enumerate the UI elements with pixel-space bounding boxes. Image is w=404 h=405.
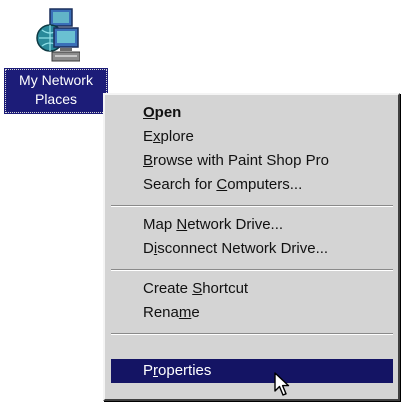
menu-label-pre: Rena [143, 304, 179, 321]
menu-label-post: sconnect Network Drive... [157, 240, 329, 257]
menu-label-post: operties [158, 362, 212, 379]
menu-access-key: N [176, 216, 188, 233]
menu-label-post: hortcut [202, 280, 249, 297]
menu-label-post: plore [160, 128, 194, 145]
menu-item-disconnect-network-drive[interactable]: Disconnect Network Drive... [111, 237, 393, 261]
menu-label-pre: P [143, 362, 154, 379]
arrow-cursor-icon [274, 372, 290, 396]
menu-item-browse-with-paint-shop-pro[interactable]: Browse with Paint Shop Pro [111, 149, 393, 173]
menu-label-post: e [191, 304, 200, 321]
network-places-icon [36, 8, 80, 62]
menu-access-key: m [178, 304, 192, 321]
menu-label-post: etwork Drive... [187, 216, 284, 233]
menu-separator [111, 205, 393, 207]
menu-access-key: S [192, 280, 203, 297]
my-network-places-shortcut[interactable]: My Network Places [4, 2, 108, 117]
menu-label-post: rowse with Paint Shop Pro [153, 152, 329, 169]
menu-access-key: x [153, 128, 161, 145]
menu-access-key: C [216, 176, 228, 193]
menu-item-properties[interactable]: Properties [111, 359, 393, 383]
menu-item-search-for-computers[interactable]: Search for Computers... [111, 173, 393, 197]
menu-label-pre: D [143, 240, 154, 257]
icon-label: My Network Places [4, 68, 108, 114]
menu-separator [111, 333, 393, 335]
menu-item-explore[interactable]: Explore [111, 125, 393, 149]
menu-item-map-network-drive[interactable]: Map Network Drive... [111, 213, 393, 237]
menu-item-open[interactable]: Open [111, 101, 393, 125]
menu-label-pre: Search for [143, 176, 217, 193]
context-menu: Open Explore Browse with Paint Shop Pro … [103, 93, 400, 401]
menu-access-key: B [143, 152, 154, 169]
menu-label-pre: Map [143, 216, 177, 233]
menu-label-pre: Create [143, 280, 193, 297]
menu-access-key: O [143, 104, 155, 121]
menu-label-post: omputers... [227, 176, 303, 193]
menu-item-create-shortcut[interactable]: Create Shortcut [111, 277, 393, 301]
menu-separator [111, 269, 393, 271]
menu-label-pre: E [143, 128, 154, 145]
icon-label-line-1: My Network [19, 72, 93, 88]
menu-item-rename[interactable]: Rename [111, 301, 393, 325]
icon-label-line-2: Places [34, 91, 78, 107]
menu-label-post: pen [154, 104, 182, 121]
desktop: My Network Places Open Explore Browse wi… [0, 0, 404, 405]
